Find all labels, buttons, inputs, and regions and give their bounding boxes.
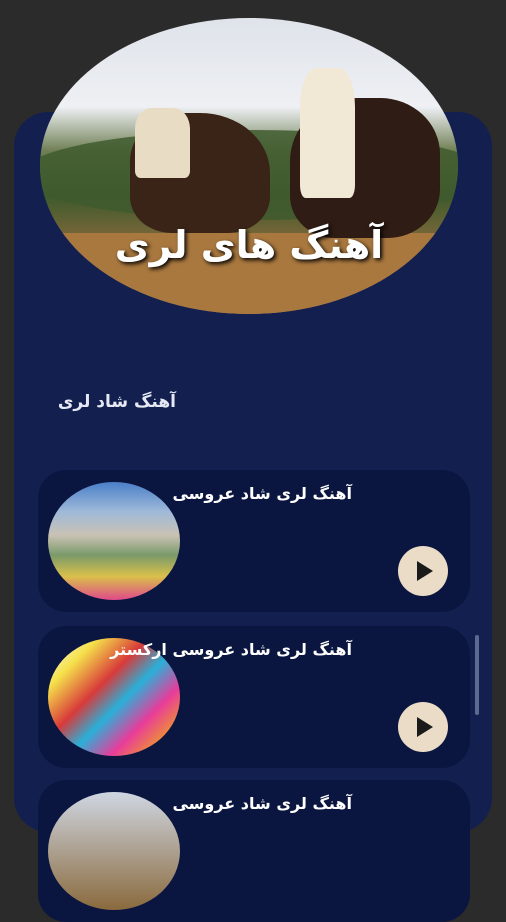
hero-title: آهنگ های لری [114, 223, 384, 267]
song-title: آهنگ لری شاد عروسی [172, 794, 352, 813]
play-icon [417, 561, 433, 581]
song-card[interactable]: آهنگ لری شاد عروسی [38, 470, 470, 612]
hero-image: آهنگ های لری [40, 18, 458, 314]
scrollbar[interactable] [475, 635, 479, 715]
play-icon [417, 717, 433, 737]
song-card[interactable]: آهنگ لری شاد عروسی ارکستر [38, 626, 470, 768]
song-title: آهنگ لری شاد عروسی [172, 484, 352, 503]
play-button[interactable] [398, 546, 448, 596]
song-card[interactable]: آهنگ لری شاد عروسی [38, 780, 470, 922]
song-title: آهنگ لری شاد عروسی ارکستر [110, 640, 352, 659]
rider-figure [135, 108, 190, 178]
rider-figure [300, 68, 355, 198]
play-button[interactable] [398, 702, 448, 752]
section-title: آهنگ شاد لری [57, 392, 176, 412]
